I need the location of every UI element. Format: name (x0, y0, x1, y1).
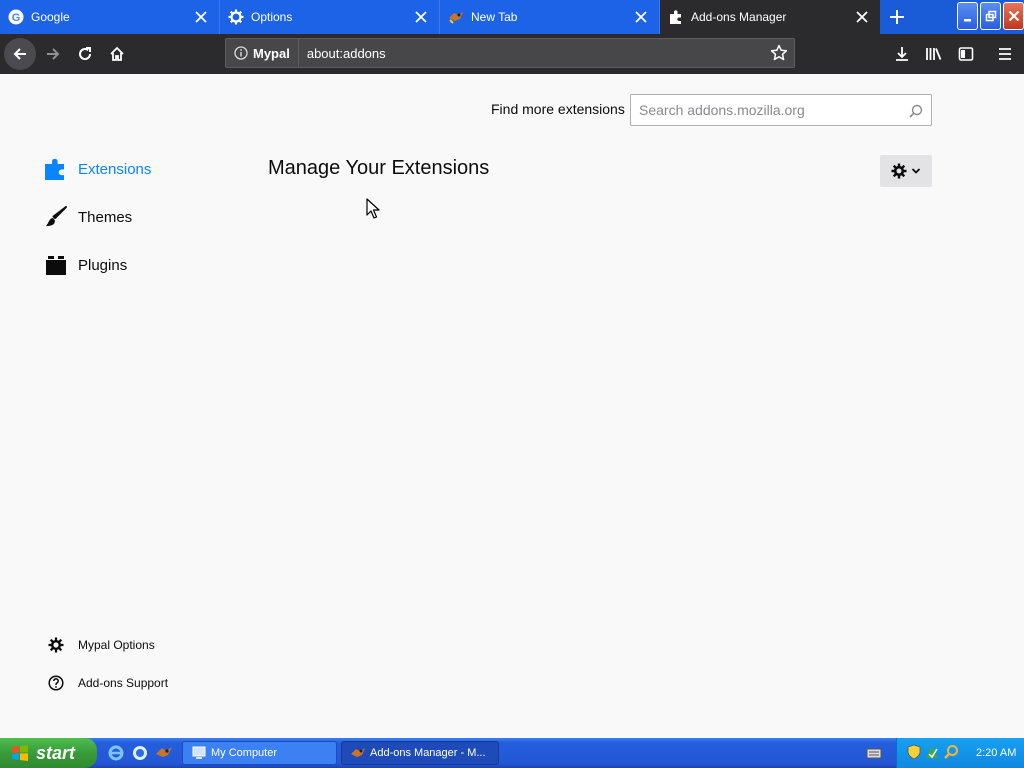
windows-logo-icon (12, 745, 28, 761)
mypal-logo-icon (448, 9, 464, 25)
menu-button[interactable] (989, 38, 1021, 70)
plus-icon (890, 10, 904, 24)
close-tab-icon[interactable] (629, 5, 653, 29)
gear-icon (891, 163, 907, 179)
tab-addons-manager[interactable]: Add-ons Manager (660, 0, 880, 34)
network-status-icon[interactable] (924, 744, 940, 763)
tab-google[interactable]: G Google (0, 0, 220, 34)
new-tab-button[interactable] (880, 0, 914, 34)
mouse-cursor-icon (366, 198, 380, 219)
home-button[interactable] (101, 38, 133, 70)
library-icon (926, 48, 942, 60)
svg-text:G: G (12, 12, 21, 24)
forward-arrow-icon (47, 48, 60, 60)
close-icon (1008, 10, 1019, 22)
footer-link-label: Mypal Options (78, 638, 155, 652)
sidebar-icon (958, 47, 974, 61)
home-icon (110, 46, 124, 61)
tab-label: Options (251, 10, 293, 24)
close-tab-icon[interactable] (850, 5, 874, 29)
quick-launch (97, 744, 182, 762)
clock[interactable]: 2:20 AM (976, 747, 1016, 759)
tab-strip: G Google Options New Tab Add-ons Manager (0, 0, 1024, 34)
start-label: start (36, 742, 76, 763)
reload-button[interactable] (69, 38, 101, 70)
downloads-button[interactable] (886, 38, 918, 70)
help-icon (46, 673, 66, 693)
category-extensions[interactable]: Extensions (44, 154, 151, 184)
find-more-extensions-label: Find more extensions (491, 101, 625, 117)
system-tray: 2:20 AM (896, 738, 1024, 768)
start-button[interactable]: start (0, 738, 97, 768)
library-button[interactable] (918, 38, 950, 70)
tab-label: Google (31, 10, 70, 24)
close-tab-icon[interactable] (409, 5, 433, 29)
windows-taskbar: start My Computer Add-ons Manager - M... (0, 738, 1024, 768)
forward-button[interactable] (37, 38, 69, 70)
browser-icon[interactable] (131, 744, 149, 762)
tab-label: New Tab (471, 10, 518, 24)
puzzle-icon (668, 9, 684, 25)
close-tab-icon[interactable] (189, 5, 213, 29)
addons-search-input[interactable] (631, 101, 891, 119)
identity-label: Mypal (253, 45, 290, 61)
mypal-logo-icon[interactable] (155, 744, 173, 762)
restore-button[interactable] (980, 2, 1001, 30)
minimize-icon (963, 19, 971, 22)
gear-icon (46, 635, 66, 655)
back-arrow-icon (13, 48, 26, 60)
mypal-logo-icon (350, 745, 366, 761)
sidebar-button[interactable] (950, 38, 982, 70)
security-shield-icon[interactable] (907, 744, 921, 763)
page-title: Manage Your Extensions (268, 157, 490, 179)
brush-icon (44, 205, 68, 229)
hamburger-menu-icon (999, 48, 1011, 60)
back-button[interactable] (4, 38, 36, 70)
footer-link-label: Add-ons Support (78, 676, 169, 690)
tab-options[interactable]: Options (220, 0, 440, 34)
category-themes[interactable]: Themes (44, 202, 132, 232)
addons-search-box[interactable] (630, 94, 932, 126)
url-text[interactable]: about:addons (299, 46, 764, 61)
close-window-button[interactable] (1003, 2, 1024, 30)
taskbar-item-label: My Computer (211, 747, 278, 759)
computer-icon (191, 745, 207, 761)
internet-explorer-icon[interactable] (107, 744, 125, 762)
puzzle-icon (44, 157, 68, 181)
keyboard-icon[interactable] (866, 745, 882, 764)
category-label: Plugins (78, 256, 128, 274)
window-controls (957, 0, 1024, 34)
site-identity-button[interactable]: Mypal (226, 39, 299, 67)
category-plugins[interactable]: Plugins (44, 250, 127, 280)
google-icon: G (8, 9, 24, 25)
mypal-options-link[interactable]: Mypal Options (46, 634, 155, 656)
download-icon (896, 47, 908, 61)
taskbar-item-addons-manager[interactable]: Add-ons Manager - M... (341, 741, 499, 765)
restore-icon (985, 10, 996, 22)
taskbar-item-my-computer[interactable]: My Computer (182, 741, 337, 765)
taskbar-item-label: Add-ons Manager - M... (370, 747, 486, 759)
reload-icon (79, 47, 92, 60)
tools-menu-button[interactable] (880, 155, 932, 187)
addons-support-link[interactable]: Add-ons Support (46, 672, 168, 694)
minimize-button[interactable] (957, 2, 978, 30)
category-label: Extensions (78, 160, 152, 178)
search-tray-icon[interactable] (943, 744, 959, 763)
url-bar[interactable]: Mypal about:addons (225, 38, 795, 68)
tab-new-tab[interactable]: New Tab (440, 0, 660, 34)
search-icon[interactable] (909, 103, 923, 122)
gear-icon (228, 9, 244, 25)
tab-label: Add-ons Manager (691, 10, 787, 24)
navigation-toolbar: Mypal about:addons (0, 34, 1024, 74)
bookmark-star-icon[interactable] (764, 44, 794, 62)
info-icon (234, 46, 248, 60)
plugin-icon (44, 253, 68, 277)
category-label: Themes (78, 208, 133, 226)
chevron-down-icon (911, 168, 921, 174)
